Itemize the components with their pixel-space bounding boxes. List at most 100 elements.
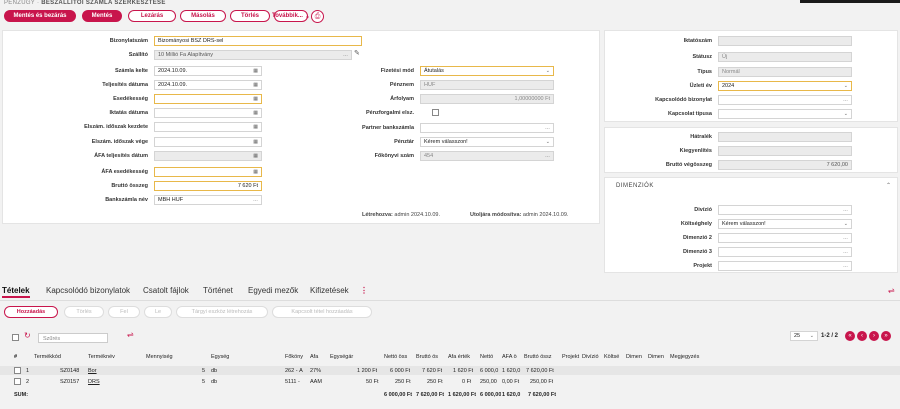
penzforgalmi-checkbox[interactable] xyxy=(432,109,439,116)
swap-icon[interactable]: ⇌ xyxy=(888,286,895,295)
delete-item-button[interactable]: Törlés xyxy=(64,306,104,318)
prev-page-icon[interactable]: ‹ xyxy=(857,331,867,341)
move-up-button[interactable]: Fel xyxy=(108,306,140,318)
kebab-menu-icon[interactable]: ⋮ xyxy=(360,286,368,295)
afa-telj-input[interactable]: ▦ xyxy=(154,151,262,161)
brutto-input[interactable]: 7 620 Ft xyxy=(154,181,262,191)
statusz-input[interactable]: Új xyxy=(718,52,852,62)
print-icon[interactable]: ⎙ xyxy=(311,10,324,23)
lock-button[interactable]: Lezárás xyxy=(128,10,176,22)
tab-egyedi[interactable]: Egyedi mezők xyxy=(248,286,298,295)
calendar-icon[interactable]: ▦ xyxy=(253,169,258,175)
swap-icon[interactable]: ⇌ xyxy=(127,330,134,339)
ellipsis-icon[interactable]: … xyxy=(253,197,258,203)
elsz-kezdete-input[interactable]: ▦ xyxy=(154,122,262,132)
brutto-vegosszeg-input[interactable]: 7 620,00 xyxy=(718,160,852,170)
calendar-icon[interactable]: ▦ xyxy=(253,153,258,159)
row-checkbox[interactable] xyxy=(14,367,21,374)
col-egyseg[interactable]: Egység xyxy=(211,354,261,360)
bankszamla-input[interactable]: MBH HUF… xyxy=(154,195,262,205)
ellipsis-icon[interactable]: … xyxy=(545,125,550,131)
col-termeknev[interactable]: Terméknév xyxy=(88,354,138,360)
bizonylatszam-input[interactable]: Bizományosi BSZ DRS-sel xyxy=(154,36,362,46)
teljesites-input[interactable]: 2024.10.09. ▦ xyxy=(154,80,262,90)
szamla-kelte-input[interactable]: 2024.10.09. ▦ xyxy=(154,66,262,76)
col-index[interactable]: # xyxy=(14,354,17,360)
add-linked-item-button[interactable]: Kapcsolt tétel hozzáadás xyxy=(272,306,372,318)
col-termekkod[interactable]: Termékkód xyxy=(34,354,84,360)
dim3-input[interactable]: … xyxy=(718,247,852,257)
col-netto2[interactable]: Nettó xyxy=(480,354,500,360)
col-afa-ertek[interactable]: Áfa érték xyxy=(448,354,478,360)
add-button[interactable]: Hozzáadás xyxy=(4,306,58,318)
calendar-icon[interactable]: ▦ xyxy=(253,124,258,130)
col-divizio[interactable]: Divízió xyxy=(582,354,602,360)
col-afa[interactable]: Áfa xyxy=(310,354,328,360)
kapcs-biz-input[interactable]: … xyxy=(718,95,852,105)
elsz-vege-input[interactable]: ▦ xyxy=(154,137,262,147)
delete-button[interactable]: Törlés xyxy=(230,10,270,22)
calendar-icon[interactable]: ▦ xyxy=(253,110,258,116)
chevron-up-icon[interactable]: ⌃ xyxy=(886,182,891,189)
move-down-button[interactable]: Le xyxy=(144,306,172,318)
tab-kifizetesek[interactable]: Kifizetések xyxy=(310,286,349,295)
col-netto[interactable]: Nettó öss xyxy=(384,354,414,360)
ellipsis-icon[interactable]: … xyxy=(843,249,848,255)
calendar-icon[interactable]: ▦ xyxy=(253,96,258,102)
tipus-input[interactable]: Normál xyxy=(718,67,852,77)
kiegyenlites-input[interactable] xyxy=(718,146,852,156)
more-button[interactable]: További​k... ⌄ xyxy=(272,10,310,22)
next-page-icon[interactable]: › xyxy=(869,331,879,341)
uzleti-ev-select[interactable]: 2024 ⌄ xyxy=(718,81,852,91)
row-checkbox[interactable] xyxy=(14,378,21,385)
kapcs-tipus-select[interactable]: ⌄ xyxy=(718,109,852,119)
fizetesi-mod-select[interactable]: Átutalás ⌄ xyxy=(420,66,554,76)
projekt-input[interactable]: … xyxy=(718,261,852,271)
tab-csatolt[interactable]: Csatolt fájlok xyxy=(143,286,189,295)
table-row[interactable]: 1 SZ0148 Bor 5 db 262 - Á 27% 1 200 Ft 6… xyxy=(0,366,900,375)
refresh-icon[interactable]: ↻ xyxy=(24,331,31,340)
create-asset-button[interactable]: Tárgyi eszköz létrehozás xyxy=(176,306,268,318)
breadcrumb-root[interactable]: PÉNZÜGY xyxy=(4,0,35,6)
penznem-input[interactable]: HUF xyxy=(420,80,554,90)
calendar-icon[interactable]: ▦ xyxy=(253,139,258,145)
ellipsis-icon[interactable]: … xyxy=(843,207,848,213)
col-brutto[interactable]: Bruttó ös xyxy=(416,354,446,360)
penztar-select[interactable]: Kérem válasszon! ⌄ xyxy=(420,137,554,147)
col-koltseg[interactable]: Költsé xyxy=(604,354,624,360)
iktatoszam-input[interactable] xyxy=(718,36,852,46)
cell-termeknev[interactable]: Bor xyxy=(88,368,97,374)
col-megjegyzes[interactable]: Megjegyzés xyxy=(670,354,710,360)
afa-esed-input[interactable]: ▦ xyxy=(154,167,262,177)
col-egysegar[interactable]: Egységár xyxy=(330,354,380,360)
fokonyvi-input[interactable]: 454… xyxy=(420,151,554,161)
col-dim2[interactable]: Dimen xyxy=(648,354,668,360)
calendar-icon[interactable]: ▦ xyxy=(253,68,258,74)
col-afa2[interactable]: ÁFA ö xyxy=(502,354,522,360)
ellipsis-icon[interactable]: … xyxy=(343,52,348,58)
ellipsis-icon[interactable]: … xyxy=(843,235,848,241)
hatralek-input[interactable] xyxy=(718,132,852,142)
save-button[interactable]: Mentés xyxy=(82,10,122,22)
copy-button[interactable]: Másolás xyxy=(180,10,226,22)
koltseghely-select[interactable]: Kérem válasszon! ⌄ xyxy=(718,219,852,229)
szallito-input[interactable]: 10 Millió Fa Alapítvány… xyxy=(154,50,352,60)
page-size-select[interactable]: 25 ⌄ xyxy=(790,331,818,341)
col-projekt[interactable]: Projekt xyxy=(562,354,580,360)
ellipsis-icon[interactable]: … xyxy=(843,263,848,269)
ellipsis-icon[interactable]: … xyxy=(545,153,550,159)
tab-tortenet[interactable]: Történet xyxy=(203,286,233,295)
partner-bank-input[interactable]: … xyxy=(420,123,554,133)
dim2-input[interactable]: … xyxy=(718,233,852,243)
col-mennyiseg[interactable]: Mennyiség xyxy=(146,354,196,360)
divizio-input[interactable]: … xyxy=(718,205,852,215)
col-dim1[interactable]: Dimen xyxy=(626,354,646,360)
iktatas-input[interactable]: ▦ xyxy=(154,108,262,118)
tab-kapcsolodo[interactable]: Kapcsolódó bizonylatok xyxy=(46,286,130,295)
arfolyam-input[interactable]: 1,00000000 Ft xyxy=(420,94,554,104)
save-and-close-button[interactable]: Mentés és bezárás xyxy=(4,10,76,22)
col-fokonyv[interactable]: Főköny xyxy=(285,354,306,360)
tab-tetelek[interactable]: Tételek xyxy=(2,286,30,298)
select-all-checkbox[interactable] xyxy=(12,334,19,341)
ellipsis-icon[interactable]: … xyxy=(843,97,848,103)
